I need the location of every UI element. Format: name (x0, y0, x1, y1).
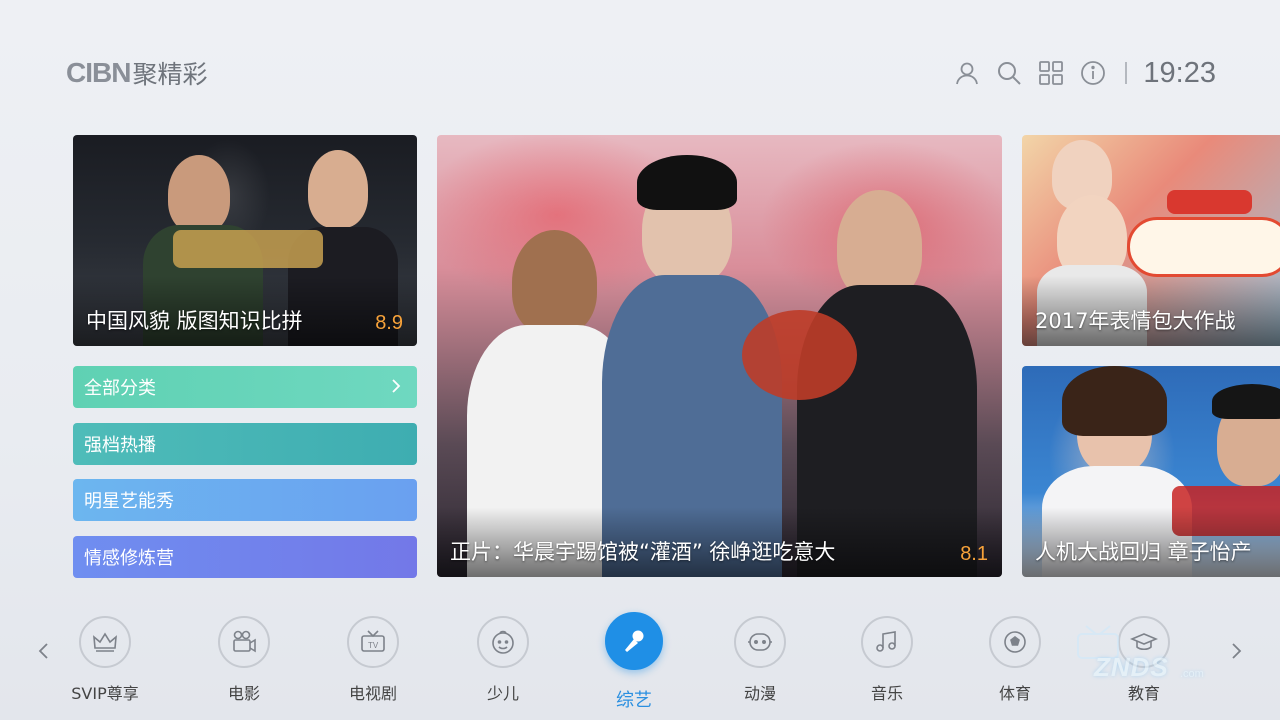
svg-text:TV: TV (368, 641, 379, 650)
category-hot-button[interactable]: 强档热播 (73, 423, 417, 465)
nav-item-tv-series[interactable]: TV 电视剧 (323, 616, 423, 704)
featured-card[interactable]: 2017年表情包大作战 (1022, 135, 1280, 346)
nav-label: 体育 (998, 684, 1031, 703)
nav-item-music[interactable]: 音乐 (837, 616, 937, 704)
crown-icon (79, 616, 131, 668)
nav-item-variety[interactable]: 综艺 (584, 612, 684, 712)
nav-item-movie[interactable]: 电影 (194, 616, 294, 704)
soccer-ball-icon (989, 616, 1041, 668)
nav-item-anime[interactable]: 动漫 (710, 616, 810, 704)
watermark-text: ZNDS (1094, 652, 1169, 682)
card-title: 2017年表情包大作战 (1035, 309, 1236, 333)
nav-item-kids[interactable]: 少儿 (453, 616, 553, 704)
nav-label: SVIP尊享 (71, 684, 139, 703)
app-logo: CIBN 聚精彩 (66, 55, 207, 91)
card-score: 8.1 (960, 543, 988, 565)
category-emotion-button[interactable]: 情感修炼营 (73, 536, 417, 578)
nav-label: 综艺 (616, 690, 652, 711)
category-label: 全部分类 (84, 378, 156, 399)
apps-grid-icon[interactable] (1037, 59, 1065, 87)
nav-left-arrow-icon[interactable] (34, 640, 54, 662)
category-star-show-button[interactable]: 明星艺能秀 (73, 479, 417, 521)
user-icon[interactable] (953, 59, 981, 87)
cartoon-face-icon (734, 616, 786, 668)
nav-label: 电影 (227, 684, 260, 703)
microphone-icon (605, 612, 663, 670)
category-all-button[interactable]: 全部分类 (73, 366, 417, 408)
movie-camera-icon (218, 616, 270, 668)
featured-card[interactable]: 正片：华晨宇踢馆被“灌酒” 徐峥逛吃意大 8.1 (437, 135, 1002, 577)
category-label: 强档热播 (84, 435, 156, 456)
card-score: 8.9 (375, 312, 403, 334)
category-label: 明星艺能秀 (84, 491, 174, 512)
card-title: 正片：华晨宇踢馆被“灌酒” 徐峥逛吃意大 (450, 540, 836, 564)
watermark: ZNDS .com (1072, 622, 1232, 684)
nav-label: 少儿 (486, 684, 519, 703)
card-title: 人机大战回归 章子怡产 (1035, 540, 1252, 564)
search-icon[interactable] (995, 59, 1023, 87)
header-toolbar: 19:23 (939, 54, 1216, 92)
nav-item-svip[interactable]: SVIP尊享 (55, 616, 155, 704)
header-divider (1125, 62, 1128, 84)
featured-card[interactable]: 中国风貌 版图知识比拼 8.9 (73, 135, 417, 346)
nav-item-sports[interactable]: 体育 (965, 616, 1065, 704)
nav-label: 音乐 (870, 684, 903, 703)
nav-label: 动漫 (743, 684, 776, 703)
logo-latin: CIBN (66, 57, 131, 88)
clock: 19:23 (1143, 56, 1216, 89)
info-icon[interactable] (1079, 59, 1107, 87)
tv-icon: TV (347, 616, 399, 668)
category-label: 情感修炼营 (84, 548, 174, 569)
nav-label: 电视剧 (348, 684, 397, 703)
chevron-right-icon (392, 379, 401, 393)
kid-face-icon (477, 616, 529, 668)
featured-card[interactable]: 人机大战回归 章子怡产 (1022, 366, 1280, 577)
logo-cn: 聚精彩 (132, 60, 208, 89)
card-title: 中国风貌 版图知识比拼 (86, 309, 303, 333)
watermark-sub: .com (1180, 668, 1204, 680)
music-note-icon (861, 616, 913, 668)
